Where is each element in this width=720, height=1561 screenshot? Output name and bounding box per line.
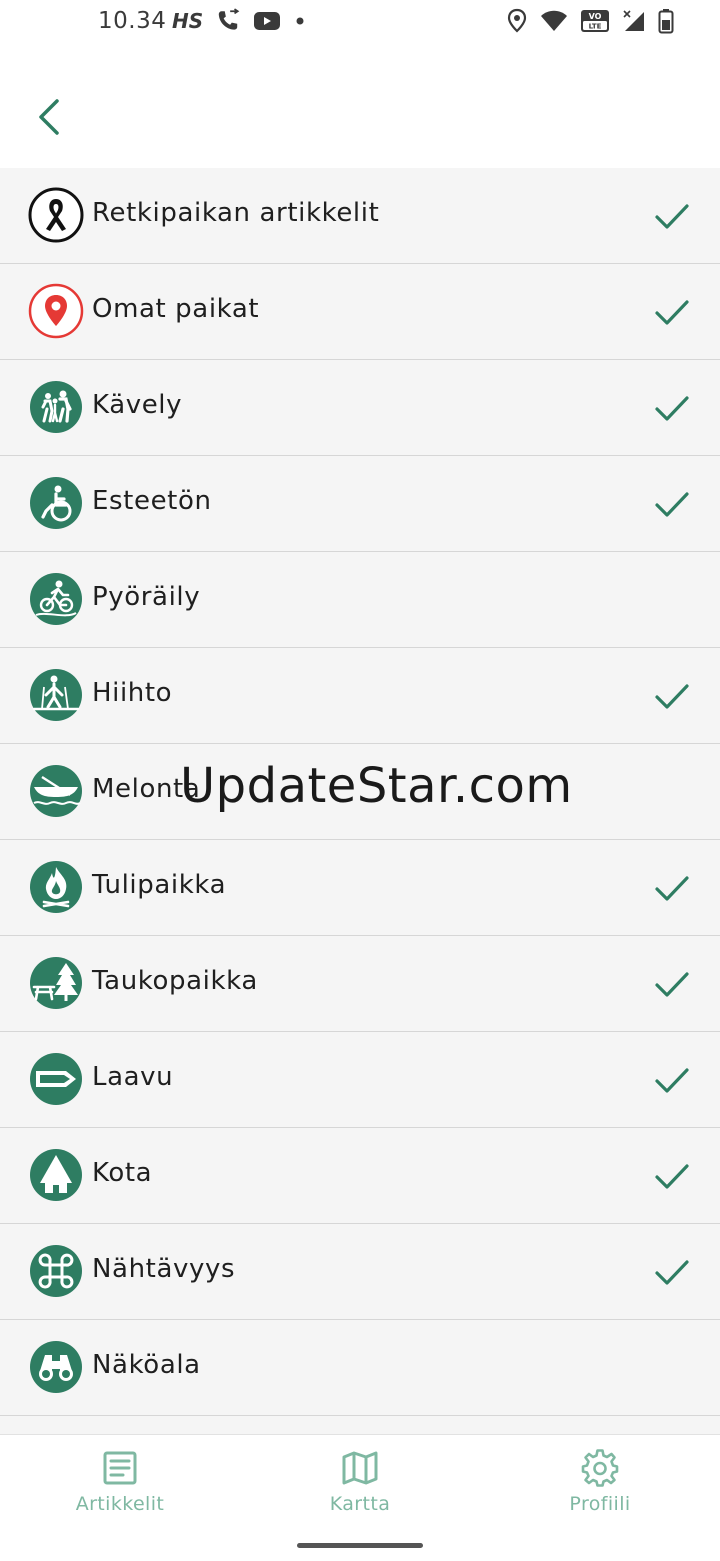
- list-item-pyoraily[interactable]: Pyöräily: [0, 552, 720, 648]
- home-indicator[interactable]: [297, 1543, 423, 1548]
- item-label: Pyöräily: [92, 582, 201, 612]
- battery-icon: [658, 8, 674, 34]
- check-icon: [655, 972, 689, 997]
- bottom-navigation: Artikkelit Kartta Profiili: [0, 1434, 720, 1561]
- check-icon: [655, 300, 689, 325]
- notification-dot-icon: [293, 14, 307, 28]
- status-time: 10.34: [98, 8, 167, 34]
- list-item-laavu[interactable]: Laavu: [0, 1032, 720, 1128]
- network-badge: HS: [172, 9, 204, 33]
- item-label: Taukopaikka: [92, 966, 258, 996]
- lean-to-shelter-icon: [30, 1053, 82, 1105]
- app-bar: [0, 60, 720, 168]
- item-label: Esteetön: [92, 486, 212, 516]
- retkipaikka-logo-icon: [28, 187, 84, 243]
- check-icon: [655, 396, 689, 421]
- check-icon: [655, 684, 689, 709]
- wifi-call-icon: [215, 8, 241, 34]
- wheelchair-icon: [30, 477, 82, 529]
- nav-label: Kartta: [329, 1493, 391, 1515]
- chevron-left-icon: [39, 99, 59, 135]
- item-label: Nähtävyys: [92, 1254, 236, 1284]
- nav-label: Profiili: [569, 1493, 631, 1515]
- list-item-taukopaikka[interactable]: Taukopaikka: [0, 936, 720, 1032]
- canoe-icon: [30, 765, 82, 817]
- list-item-hiihto[interactable]: Hiihto: [0, 648, 720, 744]
- category-filter-list: Retkipaikan artikkelit Omat paikat Kävel…: [0, 168, 720, 1434]
- list-item-retkipaikan-artikkelit[interactable]: Retkipaikan artikkelit: [0, 168, 720, 264]
- map-icon: [342, 1451, 378, 1485]
- wifi-icon: [540, 9, 568, 33]
- map-pin-icon: [28, 283, 84, 339]
- item-label: Tulipaikka: [92, 870, 227, 900]
- gear-icon: [581, 1449, 619, 1487]
- check-icon: [655, 1068, 689, 1093]
- list-item-nahtavyys[interactable]: Nähtävyys: [0, 1224, 720, 1320]
- nav-profiili[interactable]: Profiili: [520, 1449, 680, 1539]
- item-label: Hiihto: [92, 678, 173, 708]
- item-label: Melonta: [92, 774, 201, 804]
- check-icon: [655, 492, 689, 517]
- check-icon: [655, 204, 689, 229]
- item-label: Laavu: [92, 1062, 174, 1092]
- signal-icon: [622, 9, 646, 33]
- list-item-nakoala[interactable]: Näköala: [0, 1320, 720, 1416]
- list-item-omat-paikat[interactable]: Omat paikat: [0, 264, 720, 360]
- item-label: Omat paikat: [92, 294, 260, 324]
- list-item-kavely[interactable]: Kävely: [0, 360, 720, 456]
- check-icon: [655, 1260, 689, 1285]
- cycling-icon: [30, 573, 82, 625]
- status-left-icons: HS: [172, 8, 307, 34]
- back-button[interactable]: [24, 92, 74, 142]
- article-icon: [103, 1451, 137, 1485]
- sight-icon: [30, 1245, 82, 1297]
- item-label: Näköala: [92, 1350, 201, 1380]
- skiing-icon: [30, 669, 82, 721]
- list-item-melonta[interactable]: Melonta: [0, 744, 720, 840]
- list-item-tulipaikka[interactable]: Tulipaikka: [0, 840, 720, 936]
- item-label: Kävely: [92, 390, 183, 420]
- svg-text:VO: VO: [589, 12, 602, 21]
- item-label: Kota: [92, 1158, 153, 1188]
- check-icon: [655, 876, 689, 901]
- binoculars-icon: [30, 1341, 82, 1393]
- picnic-table-icon: [30, 957, 82, 1009]
- youtube-icon: [253, 10, 281, 32]
- status-right-icons: VO LTE: [506, 8, 674, 34]
- list-item-esteeton[interactable]: Esteetön: [0, 456, 720, 552]
- campfire-icon: [30, 861, 82, 913]
- list-item-kota[interactable]: Kota: [0, 1128, 720, 1224]
- status-bar: 10.34 HS VO LTE: [0, 0, 720, 44]
- hut-icon: [30, 1149, 82, 1201]
- check-icon: [655, 1164, 689, 1189]
- svg-text:LTE: LTE: [589, 23, 602, 31]
- nav-artikkelit[interactable]: Artikkelit: [40, 1449, 200, 1539]
- volte-icon: VO LTE: [580, 9, 610, 33]
- nav-label: Artikkelit: [75, 1493, 165, 1515]
- nav-kartta[interactable]: Kartta: [280, 1449, 440, 1539]
- walking-icon: [30, 381, 82, 433]
- location-icon: [506, 8, 528, 34]
- item-label: Retkipaikan artikkelit: [92, 198, 380, 228]
